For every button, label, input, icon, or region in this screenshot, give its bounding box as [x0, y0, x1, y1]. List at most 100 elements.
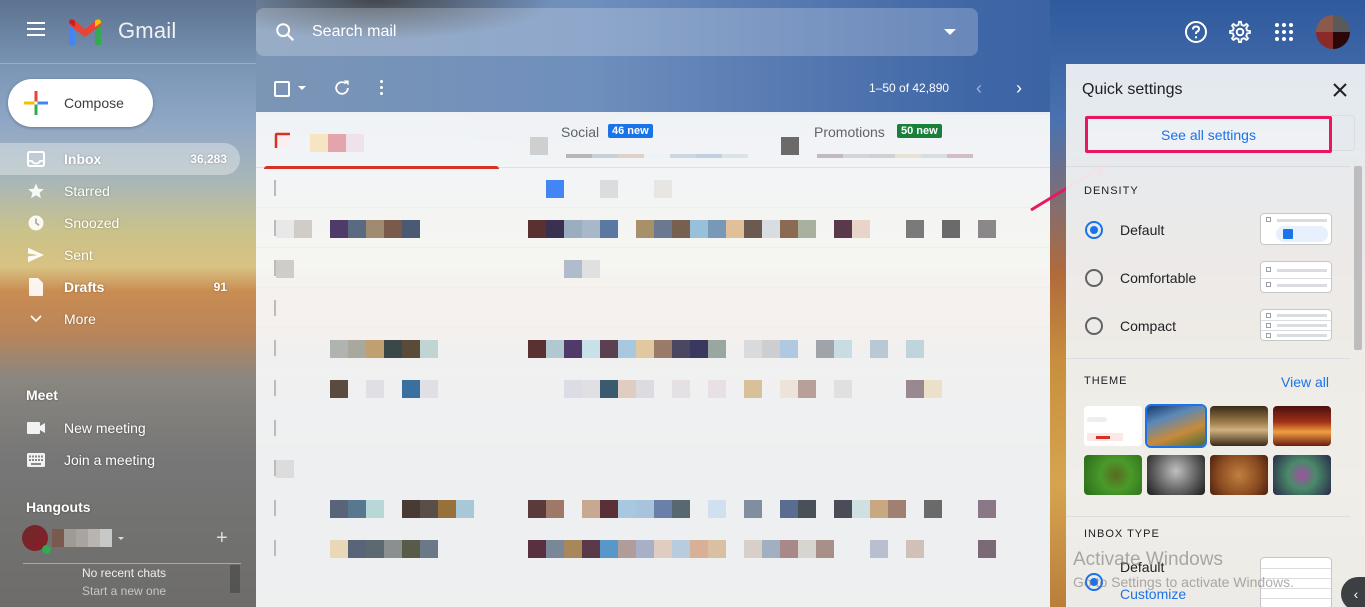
theme-bubbles-thumbnail[interactable]	[1147, 455, 1205, 495]
settings-gear-icon[interactable]	[1228, 20, 1252, 44]
email-row-redacted[interactable]	[256, 368, 1050, 408]
email-row-redacted[interactable]	[256, 488, 1050, 528]
row-checkbox[interactable]	[274, 180, 276, 196]
redacted-pixel	[870, 540, 888, 558]
row-checkbox[interactable]	[274, 540, 276, 556]
start-new-chat-link[interactable]: Start a new one	[82, 584, 166, 598]
email-row-redacted[interactable]	[256, 248, 1050, 288]
account-avatar[interactable]	[1316, 15, 1350, 49]
redacted-pixel	[276, 260, 294, 278]
promotions-preview-redacted	[817, 154, 973, 158]
hangouts-status-caret-icon[interactable]	[118, 536, 124, 540]
view-all-themes-link[interactable]: View all	[1281, 374, 1329, 390]
quick-settings-title: Quick settings	[1082, 81, 1183, 98]
see-all-settings-button[interactable]: See all settings	[1085, 116, 1332, 153]
compose-plus-icon	[24, 91, 48, 115]
newer-page-chevron-icon[interactable]: ‹	[976, 78, 992, 98]
redacted-pixel	[744, 220, 762, 238]
more-options-icon[interactable]	[378, 78, 384, 98]
promotions-new-badge: 50 new	[897, 124, 942, 138]
sidebar-item-label: Sent	[64, 247, 93, 263]
select-options-dropdown-icon[interactable]	[298, 86, 306, 90]
theme-default-thumbnail[interactable]	[1084, 406, 1142, 446]
redacted-pixel	[654, 180, 672, 198]
sidebar-item-starred[interactable]: Starred	[0, 175, 240, 207]
refresh-icon[interactable]	[332, 78, 352, 98]
search-bar[interactable]	[256, 8, 978, 56]
join-meeting-label: Join a meeting	[64, 452, 156, 468]
redacted-pixel	[420, 380, 438, 398]
join-meeting-button[interactable]: Join a meeting	[0, 444, 240, 476]
sidebar-item-inbox[interactable]: Inbox 36,283	[0, 143, 240, 175]
redacted-pixel	[582, 340, 600, 358]
activate-windows-watermark-subtitle: Go to Settings to activate Windows.	[1073, 574, 1294, 590]
theme-golden-gate-thumbnail[interactable]	[1145, 404, 1207, 448]
redacted-pixel	[618, 500, 636, 518]
hangouts-scrollbar[interactable]	[230, 565, 240, 593]
redacted-pixel	[798, 220, 816, 238]
radio-button[interactable]	[1085, 269, 1103, 287]
redacted-pixel	[780, 540, 798, 558]
help-icon[interactable]	[1184, 20, 1208, 44]
theme-bud-thumbnail[interactable]	[1084, 455, 1142, 495]
redacted-pixel	[636, 500, 654, 518]
redacted-pixel	[366, 380, 384, 398]
density-option-default[interactable]: Default	[1066, 211, 1350, 251]
redacted-pixel	[438, 500, 456, 518]
theme-leaves-thumbnail[interactable]	[1210, 455, 1268, 495]
select-all-checkbox[interactable]	[274, 81, 290, 97]
row-checkbox[interactable]	[274, 500, 276, 516]
row-checkbox[interactable]	[274, 300, 276, 316]
hangouts-avatar	[22, 525, 51, 554]
row-checkbox[interactable]	[274, 340, 276, 356]
email-row-redacted[interactable]	[256, 288, 1050, 328]
theme-canyon-thumbnail[interactable]	[1273, 406, 1331, 446]
sidebar-item-snoozed[interactable]: Snoozed	[0, 207, 240, 239]
close-icon[interactable]	[1330, 80, 1350, 100]
search-icon[interactable]	[274, 21, 296, 43]
redacted-pixel	[906, 540, 924, 558]
radio-button-selected[interactable]	[1085, 221, 1103, 239]
email-row-redacted[interactable]	[256, 208, 1050, 248]
tab-primary[interactable]	[256, 112, 506, 169]
new-chat-plus-icon[interactable]: +	[216, 528, 228, 548]
redacted-pixel	[780, 500, 798, 518]
redacted-pixel	[582, 260, 600, 278]
apps-grid-icon[interactable]	[1272, 20, 1296, 44]
hangouts-user[interactable]	[22, 523, 242, 554]
redacted-pixel	[600, 340, 618, 358]
density-option-compact[interactable]: Compact	[1066, 307, 1350, 347]
redacted-pixel	[276, 220, 294, 238]
radio-button[interactable]	[1085, 317, 1103, 335]
compose-button[interactable]: Compose	[8, 79, 153, 127]
side-panel-toggle-chevron-icon[interactable]: ‹	[1341, 577, 1365, 607]
email-row-redacted[interactable]	[256, 528, 1050, 568]
older-page-chevron-icon[interactable]: ›	[1016, 78, 1032, 98]
theme-bokeh-thumbnail[interactable]	[1273, 455, 1331, 495]
mail-toolbar: 1–50 of 42,890 ‹ ›	[256, 64, 1050, 112]
new-meeting-button[interactable]: New meeting	[0, 412, 240, 444]
tab-promotions[interactable]: Promotions 50 new	[759, 112, 1050, 168]
email-row-redacted[interactable]	[256, 168, 1050, 208]
row-checkbox[interactable]	[274, 420, 276, 436]
redacted-pixel	[798, 380, 816, 398]
sidebar-item-more[interactable]: More	[0, 303, 240, 335]
email-row-redacted[interactable]	[256, 448, 1050, 488]
sidebar-item-drafts[interactable]: Drafts 91	[0, 271, 240, 303]
email-row-redacted[interactable]	[256, 408, 1050, 448]
density-option-comfortable[interactable]: Comfortable	[1066, 259, 1350, 299]
theme-grid	[1084, 404, 1334, 495]
quick-settings-scrollbar[interactable]	[1354, 166, 1362, 350]
sidebar-item-sent[interactable]: Sent	[0, 239, 240, 271]
gmail-logo[interactable]: Gmail	[66, 17, 176, 45]
theme-chess-thumbnail[interactable]	[1210, 406, 1268, 446]
main-menu-button[interactable]	[20, 18, 52, 46]
search-input[interactable]	[312, 23, 912, 41]
category-tabs: Social 46 new Promotions 50 new	[256, 112, 1050, 169]
search-options-dropdown-icon[interactable]	[944, 29, 956, 35]
redacted-pixel	[672, 500, 690, 518]
row-checkbox[interactable]	[274, 380, 276, 396]
tab-social[interactable]: Social 46 new	[506, 112, 759, 168]
email-row-redacted[interactable]	[256, 328, 1050, 368]
redacted-pixel	[564, 260, 582, 278]
